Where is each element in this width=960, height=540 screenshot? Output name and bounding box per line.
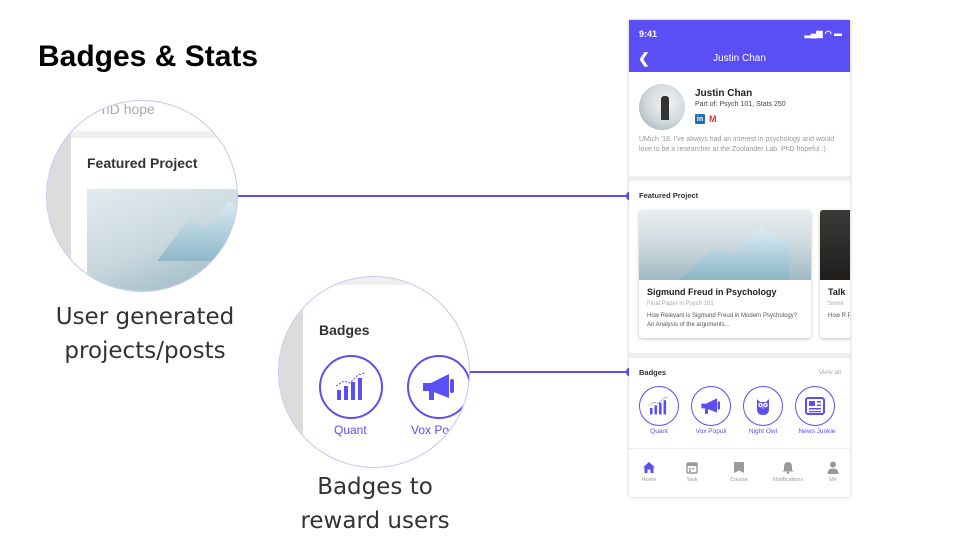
header-title: Justin Chan bbox=[713, 53, 766, 64]
magnifier-divider bbox=[71, 131, 237, 138]
tab-course[interactable]: Course bbox=[719, 459, 759, 483]
home-icon bbox=[643, 461, 655, 473]
tab-notifications[interactable]: Notifications bbox=[768, 459, 808, 483]
profile-header: 9:41 ▂▄▆ ◠ ▬ ❮ Justin Chan bbox=[629, 20, 850, 72]
project-card-description: How Relevant is Sigmund Freud in Modern … bbox=[647, 313, 798, 328]
project-card-description: How R Psych bbox=[828, 313, 850, 319]
phone-profile-screen: 9:41 ▂▄▆ ◠ ▬ ❮ Justin Chan Justin Chan P… bbox=[629, 20, 850, 497]
linkedin-icon[interactable]: in bbox=[695, 114, 705, 124]
book-icon bbox=[734, 461, 744, 473]
badge-news-junkie[interactable] bbox=[795, 386, 835, 426]
magnifier-quant-label: Quant bbox=[334, 423, 367, 437]
featured-project-magnifier: b. PhD hope Featured Project bbox=[46, 100, 238, 292]
caption-badges: Badges to reward users bbox=[300, 474, 450, 534]
featured-connector-line bbox=[238, 195, 631, 197]
section-divider bbox=[629, 176, 850, 181]
project-card-image bbox=[639, 210, 811, 280]
bar-chart-icon bbox=[335, 372, 366, 400]
project-card-title: Sigmund Freud in Psychology bbox=[647, 287, 777, 297]
tab-me[interactable]: Me bbox=[813, 459, 850, 483]
badge-quant[interactable] bbox=[639, 386, 679, 426]
project-card[interactable]: Talk Some How R Psych bbox=[820, 210, 850, 338]
magnifier-divider bbox=[303, 277, 469, 285]
bottom-tab-bar: Home Task Course Notifications Me bbox=[629, 448, 850, 497]
status-time: 9:41 bbox=[639, 29, 658, 39]
megaphone-icon bbox=[423, 374, 454, 400]
social-links: in M bbox=[695, 114, 721, 124]
magnifier-featured-title: Featured Project bbox=[87, 155, 198, 171]
badge-label: Quant bbox=[650, 428, 668, 435]
caption-projects: User generated projects/posts bbox=[55, 304, 235, 364]
badge-label: Night Owl bbox=[748, 428, 778, 435]
megaphone-icon bbox=[701, 398, 720, 414]
gmail-icon[interactable]: M bbox=[709, 114, 721, 124]
badge-vox-populi[interactable] bbox=[691, 386, 731, 426]
featured-project-title: Featured Project bbox=[639, 191, 699, 200]
tab-label: Course bbox=[730, 477, 748, 483]
badge-label: Vox Populi bbox=[695, 428, 727, 435]
magnifier-quant-badge bbox=[319, 355, 383, 419]
badge-label: News Junkie bbox=[798, 428, 836, 435]
tab-label: Task bbox=[686, 477, 698, 483]
iceberg-image bbox=[679, 226, 789, 280]
project-card[interactable]: Sigmund Freud in Psychology Final Paper … bbox=[639, 210, 811, 338]
bar-chart-icon bbox=[649, 396, 669, 415]
magnifier-gutter bbox=[279, 277, 303, 467]
avatar-person-silhouette bbox=[661, 96, 669, 120]
project-card-image bbox=[820, 210, 850, 280]
profile-bio: UMich '18. I've always had an interest i… bbox=[639, 136, 835, 153]
owl-icon bbox=[757, 399, 769, 415]
tab-home[interactable]: Home bbox=[629, 459, 669, 483]
project-card-subtitle: Some bbox=[828, 301, 844, 307]
status-icons: ▂▄▆ ◠ ▬ bbox=[804, 29, 842, 38]
magnifier-gutter bbox=[47, 101, 71, 291]
person-icon bbox=[827, 461, 839, 474]
magnifier-vox-badge bbox=[407, 355, 469, 419]
avatar[interactable] bbox=[639, 84, 685, 130]
profile-courses: Part of: Psych 101, Stats 250 bbox=[695, 101, 786, 108]
slide-title: Badges & Stats bbox=[38, 40, 259, 73]
tab-label: Notifications bbox=[773, 477, 803, 483]
tab-label: Home bbox=[641, 477, 657, 483]
magnifier-bio-fragment: b. PhD hope bbox=[77, 101, 155, 117]
badges-connector-line bbox=[470, 371, 630, 373]
magnifier-badges-title: Badges bbox=[319, 322, 370, 338]
badges-title: Badges bbox=[639, 368, 667, 377]
section-divider bbox=[629, 353, 850, 358]
bell-icon bbox=[782, 461, 794, 474]
badge-night-owl[interactable] bbox=[743, 386, 783, 426]
calendar-icon bbox=[686, 461, 698, 474]
magnifier-vox-label: Vox Po bbox=[411, 423, 450, 437]
project-card-subtitle: Final Paper in Psych 101 bbox=[647, 301, 714, 307]
profile-name: Justin Chan bbox=[695, 88, 753, 99]
project-card-title: Talk bbox=[828, 287, 846, 297]
newspaper-icon bbox=[805, 397, 825, 415]
view-all-link[interactable]: View all bbox=[819, 369, 841, 376]
tab-task[interactable]: Task bbox=[672, 459, 712, 483]
badges-magnifier: Badges Quant Vox Po bbox=[278, 276, 470, 468]
tab-label: Me bbox=[829, 477, 837, 483]
